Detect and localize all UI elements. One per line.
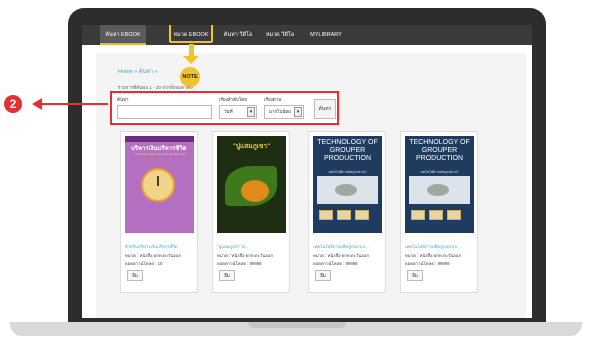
step-arrow-line <box>40 103 108 105</box>
borrow-button[interactable]: ยืม <box>407 270 423 281</box>
fish-illustration <box>335 184 357 196</box>
sort-select[interactable]: วันที่ ▾ <box>219 105 257 119</box>
book-title-link[interactable]: "ปูแสมภูเขา" มี... <box>217 243 287 250</box>
tank-illustration <box>429 210 443 220</box>
borrow-button[interactable]: ยืม <box>219 270 235 281</box>
nav-search-ebook[interactable]: ค้นหา EBOOK <box>100 25 146 45</box>
keyword-input[interactable] <box>117 105 212 119</box>
borrow-button[interactable]: ยืม <box>315 270 331 281</box>
nav-highlight-box <box>169 25 213 43</box>
search-button[interactable]: ค้นหา <box>314 99 336 119</box>
book-downloads: ยอดดาวน์โหลด : 10 <box>125 261 163 266</box>
note-arrow-head <box>183 56 199 64</box>
insect-illustration <box>241 180 269 202</box>
book-title-link[interactable]: สำหรับบริหารเงินบริหารชีวิต <box>125 243 195 250</box>
tank-illustration <box>319 210 333 220</box>
chevron-down-icon: ▾ <box>247 107 255 117</box>
book-category: หมวด : หนังสือ ยกท.ตะวันออก <box>313 253 370 258</box>
cover-subtitle: เทคโนโลยีการผลิตลูกปลาเก๋า <box>328 170 367 174</box>
note-badge: NOTE <box>180 67 200 87</box>
cover-title: TECHNOLOGY OF GROUPER PRODUCTION <box>317 139 378 162</box>
cover-strip <box>125 136 194 142</box>
nav-video-category[interactable]: หมวด วีดีโอ <box>262 25 298 45</box>
book-title-link[interactable]: เทคโนโลยีการผลิตลูกปลาเก... <box>313 243 383 250</box>
order-select-value: มากไปน้อย <box>269 109 291 114</box>
cover-subtitle: เทคโนโลยีการผลิตลูกปลาเก๋า <box>420 170 459 174</box>
tank-illustration <box>355 210 369 220</box>
book-title-link[interactable]: เทคโนโลยีการผลิตลูกปลาเก... <box>405 243 475 250</box>
book-card[interactable]: "ปูแสมภูเขา" "ปูแสมภูเขา" มี... หมวด : ห… <box>212 131 290 293</box>
book-cover[interactable]: TECHNOLOGY OF GROUPER PRODUCTION เทคโนโล… <box>405 136 474 233</box>
book-card[interactable]: บริหารเงินบริหารชีวิต Financial, Plannin… <box>120 131 198 293</box>
sort-label: เรียงลำดับโดย <box>219 97 247 102</box>
book-category: หมวด : หนังสือ ยกท.ตะวันออก <box>405 253 462 258</box>
results-count: รายการที่ค้นพบ 1 - 20 จากทั้งหมด 999 <box>118 85 193 90</box>
sort-select-value: วันที่ <box>224 109 233 114</box>
book-downloads: ยอดดาวน์โหลด : 99999 <box>217 261 262 266</box>
laptop-notch <box>248 322 346 328</box>
search-panel: ค้นหา เรียงลำดับโดย วันที่ ▾ เรียงตาม มา… <box>110 91 339 125</box>
order-select[interactable]: มากไปน้อย ▾ <box>264 105 304 119</box>
nav-search-video[interactable]: ค้นหา วีดีโอ <box>220 25 256 45</box>
book-category: หมวด : หนังสือ ยกท.ตะวันออก <box>217 253 274 258</box>
book-downloads: ยอดดาวน์โหลด : 99999 <box>405 261 450 266</box>
nav-mylibrary[interactable]: MYLIBRARY <box>306 25 346 45</box>
laptop-screen: ค้นหา EBOOK หมวด EBOOK ค้นหา วีดีโอ หมวด… <box>82 25 532 318</box>
top-nav-bar: ค้นหา EBOOK หมวด EBOOK ค้นหา วีดีโอ หมวด… <box>82 25 532 45</box>
clock-hand <box>157 176 159 186</box>
step-number-badge: 2 <box>4 95 22 113</box>
chevron-down-icon: ▾ <box>294 107 302 117</box>
book-category: หมวด : หนังสือ ยกท.ตะวันออก <box>125 253 182 258</box>
keyword-label: ค้นหา <box>117 97 129 102</box>
order-label: เรียงตาม <box>264 97 282 102</box>
book-cover[interactable]: บริหารเงินบริหารชีวิต Financial, Plannin… <box>125 136 194 233</box>
breadcrumb[interactable]: Home » ค้นหา » <box>118 68 158 76</box>
cover-title: TECHNOLOGY OF GROUPER PRODUCTION <box>409 139 470 162</box>
borrow-button[interactable]: ยืม <box>127 270 143 281</box>
tank-illustration <box>411 210 425 220</box>
cover-subtitle: Financial, Planning and Life Planning <box>135 152 185 156</box>
tank-illustration <box>337 210 351 220</box>
cover-title: "ปูแสมภูเขา" <box>232 143 271 150</box>
book-cover[interactable]: TECHNOLOGY OF GROUPER PRODUCTION เทคโนโล… <box>313 136 382 233</box>
fish-illustration <box>427 184 449 196</box>
book-cover[interactable]: "ปูแสมภูเขา" <box>217 136 286 233</box>
book-card[interactable]: TECHNOLOGY OF GROUPER PRODUCTION เทคโนโล… <box>308 131 386 293</box>
book-card[interactable]: TECHNOLOGY OF GROUPER PRODUCTION เทคโนโล… <box>400 131 478 293</box>
tank-illustration <box>447 210 461 220</box>
book-downloads: ยอดดาวน์โหลด : 99999 <box>313 261 358 266</box>
